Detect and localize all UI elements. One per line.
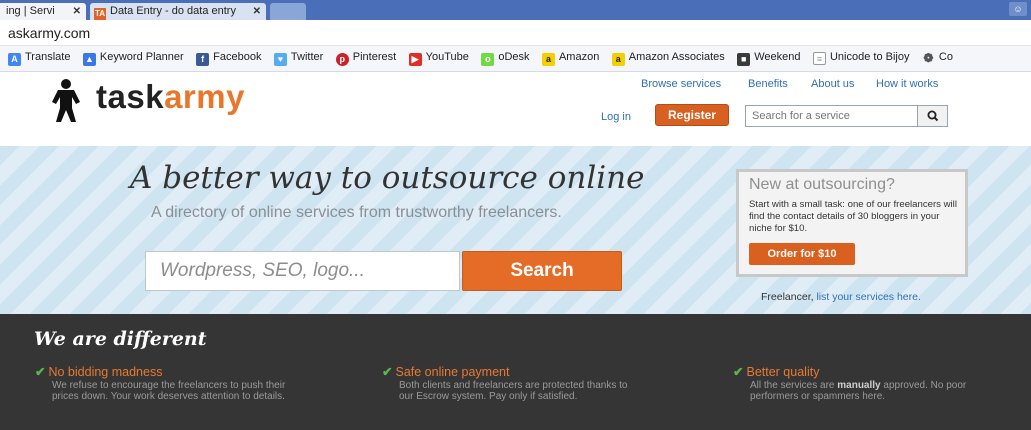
address-bar[interactable]: askarmy.com — [0, 20, 1031, 46]
bookmark-odesk[interactable]: o oDesk — [481, 51, 530, 66]
settings-icon: ❁ — [923, 51, 934, 65]
features-title: We are different — [34, 328, 207, 350]
browser-tab[interactable]: ing | Servi ✕ — [0, 3, 86, 20]
hero-search-input[interactable]: Wordpress, SEO, logo... — [145, 251, 460, 291]
nav-benefits[interactable]: Benefits — [748, 78, 788, 90]
bookmark-twitter[interactable]: ♥ Twitter — [273, 51, 323, 66]
bookmark-unicode-to-bijoy[interactable]: ≡ Unicode to Bijoy — [812, 51, 909, 65]
bookmark-keyword-planner[interactable]: ▲ Keyword Planner — [82, 51, 184, 66]
register-button[interactable]: Register — [655, 104, 729, 126]
hero-search-button[interactable]: Search — [462, 251, 622, 291]
search-button[interactable] — [917, 106, 947, 126]
freelancer-note: Freelancer, list your services here. — [761, 291, 921, 303]
emphasis-text: manually — [837, 380, 881, 391]
bookmark-amazon[interactable]: a Amazon — [541, 51, 599, 66]
youtube-icon: ▶ — [408, 53, 422, 66]
bookmarks-bar: A Translate ▲ Keyword Planner f Facebook ♥ T… — [0, 46, 1031, 72]
soldier-icon — [52, 79, 80, 122]
tab-strip: ing | Servi ✕ TA Data Entry - do data ent… — [0, 0, 1031, 20]
bookmark-weekend[interactable]: ■ Weekend — [737, 51, 801, 66]
bookmark-facebook[interactable]: f Facebook — [196, 51, 261, 66]
login-link[interactable]: Log in — [601, 111, 631, 123]
check-icon: ✔ — [733, 365, 744, 379]
promo-box: New at outsourcing? Start with a small t… — [736, 169, 968, 277]
service-search — [745, 105, 948, 127]
search-icon — [927, 110, 939, 122]
page-icon: ≡ — [812, 52, 826, 65]
nav-how-it-works[interactable]: How it works — [876, 78, 938, 90]
pinterest-icon: p — [335, 53, 349, 66]
tab-title: Data Entry - do data entry — [110, 5, 236, 17]
bookmark-translate[interactable]: A Translate — [8, 51, 70, 66]
tab-title: ing | Servi — [6, 5, 55, 17]
tab-close-icon[interactable]: ✕ — [253, 3, 261, 20]
promo-title: New at outsourcing? — [749, 176, 895, 193]
feature-title: Better quality — [746, 365, 820, 379]
odesk-icon: o — [481, 53, 495, 66]
feature-item: ✔ Safe online payment Both clients and fr… — [382, 364, 642, 402]
amazon-icon: a — [541, 53, 555, 66]
feature-item: ✔ No bidding madness We refuse to encoura… — [35, 364, 295, 402]
profile-icon[interactable]: ☺ — [1009, 2, 1027, 16]
logo-text-task: task — [96, 78, 165, 115]
nav-browse-services[interactable]: Browse services — [641, 78, 721, 90]
translate-icon: A — [8, 53, 21, 66]
feature-item: ✔ Better quality All the services are man… — [733, 364, 993, 402]
feature-body: All the services are manually approved. … — [750, 380, 967, 402]
hero-subtitle: A directory of online services from trus… — [151, 204, 562, 221]
favicon-icon: TA — [94, 8, 106, 20]
service-search-input[interactable] — [746, 106, 918, 126]
url-text[interactable]: askarmy.com — [8, 25, 90, 41]
amazon-icon: a — [611, 53, 625, 66]
new-tab-button[interactable] — [270, 3, 306, 20]
features-section: We are different ✔ No bidding madness We … — [0, 314, 1031, 430]
site-header: taskarmy Browse services Benefits About … — [0, 72, 1031, 146]
check-icon: ✔ — [35, 365, 46, 379]
feature-title: Safe online payment — [395, 365, 510, 379]
bookmark-pinterest[interactable]: p Pinterest — [335, 51, 396, 66]
bookmark-youtube[interactable]: ▶ YouTube — [408, 51, 469, 66]
feature-body: We refuse to encourage the freelancers t… — [52, 380, 286, 402]
bookmark-amazon-associates[interactable]: a Amazon Associates — [611, 51, 725, 66]
freelancer-prefix: Freelancer, — [761, 291, 814, 303]
hero-section: A better way to outsource online A direc… — [0, 146, 1031, 314]
logo-text-army: army — [164, 78, 245, 115]
facebook-icon: f — [196, 53, 210, 66]
bookmark-co[interactable]: ❁ Co — [922, 51, 953, 65]
list-services-link[interactable]: list your services here. — [816, 291, 920, 303]
adwords-icon: ▲ — [82, 53, 96, 66]
weekend-icon: ■ — [737, 53, 751, 66]
browser-tab-active[interactable]: TA Data Entry - do data entry ✕ — [90, 3, 266, 20]
order-button[interactable]: Order for $10 — [749, 243, 855, 265]
promo-text: Start with a small task: one of our free… — [749, 199, 957, 234]
feature-title: No bidding madness — [48, 365, 163, 379]
hero-title: A better way to outsource online — [130, 160, 645, 196]
check-icon: ✔ — [382, 365, 393, 379]
nav-about-us[interactable]: About us — [811, 78, 854, 90]
tab-close-icon[interactable]: ✕ — [73, 3, 81, 20]
feature-body: Both clients and freelancers are protect… — [399, 380, 628, 402]
twitter-icon: ♥ — [273, 53, 287, 66]
